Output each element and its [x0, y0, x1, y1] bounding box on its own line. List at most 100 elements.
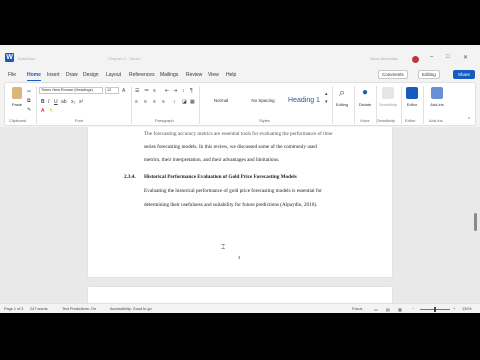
- document-page[interactable]: The forecasting accuracy metrics are ess…: [88, 127, 392, 277]
- format-painter-icon[interactable]: ✎: [27, 107, 31, 113]
- copy-icon[interactable]: ⧉: [27, 98, 31, 104]
- minimize-icon[interactable]: –: [430, 54, 433, 60]
- zoom-level[interactable]: 130%: [462, 307, 472, 311]
- bullets-icon[interactable]: ☰: [135, 88, 139, 94]
- sensitivity-button[interactable]: Sensitivity: [376, 87, 400, 107]
- paste-icon: [12, 87, 22, 99]
- sort-icon[interactable]: ↕: [182, 88, 185, 94]
- avatar[interactable]: [412, 56, 419, 63]
- tab-home[interactable]: Home: [27, 72, 41, 78]
- ribbon: Paste ✂ ⧉ ✎ Clipboard Times New Roman (H…: [4, 82, 476, 126]
- group-label-sensitivity: Sensitivity: [377, 118, 396, 123]
- tab-draw[interactable]: Draw: [66, 72, 78, 78]
- justify-icon[interactable]: ≡: [162, 99, 165, 105]
- editor-button[interactable]: Editor: [402, 87, 422, 107]
- style-normal[interactable]: Normal: [205, 89, 237, 113]
- collapse-ribbon-icon[interactable]: ⌃: [467, 117, 471, 123]
- addins-icon: [431, 87, 443, 99]
- next-page[interactable]: [88, 287, 392, 303]
- page-count[interactable]: Page 1 of 3: [4, 307, 23, 311]
- user-name[interactable]: Nova Ahmadian: [370, 56, 398, 61]
- style-heading-1[interactable]: Heading 1: [285, 89, 323, 113]
- paragraph-line: Evaluating the historical performance of…: [144, 188, 322, 194]
- subscript-icon[interactable]: x₂: [71, 99, 75, 105]
- share-button[interactable]: Share: [453, 70, 475, 79]
- paragraph-line: metrics, their interpretation, and their…: [144, 157, 280, 163]
- line-spacing-icon[interactable]: ↕: [173, 99, 176, 105]
- editor-icon: [406, 87, 418, 99]
- editing-button[interactable]: ⌕ Editing: [332, 87, 352, 107]
- tab-help[interactable]: Help: [226, 72, 236, 78]
- microphone-icon: ●: [361, 87, 369, 98]
- paragraph-line: series forecasting models. In this revie…: [144, 144, 317, 150]
- grow-font-icon[interactable]: A: [122, 88, 125, 94]
- align-right-icon[interactable]: ≡: [153, 99, 156, 105]
- group-label-paragraph: Paragraph: [155, 118, 174, 123]
- tab-mailings[interactable]: Mailings: [160, 72, 178, 78]
- maximize-icon[interactable]: □: [446, 54, 450, 60]
- bold-icon[interactable]: B: [41, 99, 45, 105]
- section-heading: Historical Performance Evaluation of Gol…: [144, 174, 297, 180]
- font-name-select[interactable]: Times New Roman (Headings): [39, 87, 103, 94]
- decrease-indent-icon[interactable]: ⇤: [165, 88, 169, 94]
- addins-button[interactable]: Add-ins: [425, 87, 449, 107]
- styles-scroll-up-icon[interactable]: ▴: [325, 91, 328, 97]
- tab-review[interactable]: Review: [186, 72, 202, 78]
- numbering-icon[interactable]: ≔: [144, 88, 149, 94]
- autosave-label[interactable]: AutoSave: [18, 56, 35, 61]
- comments-button[interactable]: Comments: [378, 70, 408, 79]
- close-icon[interactable]: ✕: [463, 54, 468, 61]
- tab-references[interactable]: References: [129, 72, 155, 78]
- group-label-styles: Styles: [259, 118, 270, 123]
- style-no-spacing[interactable]: No Spacing: [247, 89, 279, 113]
- web-layout-icon[interactable]: ▦: [398, 307, 402, 312]
- dictate-button[interactable]: ● Dictate: [355, 87, 375, 107]
- read-mode-icon[interactable]: ▭: [374, 307, 378, 312]
- underline-icon[interactable]: U: [54, 99, 58, 105]
- cut-icon[interactable]: ✂: [27, 89, 31, 95]
- group-label-voice: Voice: [360, 118, 370, 123]
- zoom-out-icon[interactable]: −: [412, 307, 414, 311]
- group-label-font: Font: [75, 118, 84, 123]
- multilevel-list-icon[interactable]: ≡: [153, 88, 156, 94]
- increase-indent-icon[interactable]: ⇥: [173, 88, 177, 94]
- vertical-scrollbar-thumb[interactable]: [474, 213, 477, 231]
- show-marks-icon[interactable]: ¶: [190, 88, 193, 94]
- sensitivity-icon: [382, 87, 394, 99]
- shading-icon[interactable]: ◪: [182, 99, 187, 105]
- highlight-icon[interactable]: ✎: [49, 108, 53, 114]
- editing-mode-button[interactable]: Editing: [418, 70, 440, 79]
- italic-icon[interactable]: I: [48, 99, 49, 105]
- font-size-select[interactable]: 12: [105, 87, 119, 94]
- tab-file[interactable]: File: [8, 72, 16, 78]
- word-count[interactable]: 247 words: [30, 307, 48, 311]
- word-window: W AutoSave Chapter 2 - Saved Nova Ahmadi…: [0, 45, 480, 313]
- focus-mode-button[interactable]: Focus: [352, 307, 362, 311]
- accessibility-status[interactable]: Accessibility: Good to go: [110, 307, 152, 311]
- print-layout-icon[interactable]: ▤: [386, 307, 390, 312]
- tab-view[interactable]: View: [208, 72, 219, 78]
- zoom-in-icon[interactable]: +: [453, 307, 455, 311]
- align-center-icon[interactable]: ≡: [144, 99, 147, 105]
- strikethrough-icon[interactable]: ab: [61, 99, 67, 105]
- zoom-slider-thumb[interactable]: [434, 307, 436, 312]
- tab-layout[interactable]: Layout: [106, 72, 121, 78]
- find-icon: ⌕: [338, 87, 346, 99]
- font-color-icon[interactable]: A: [41, 108, 44, 114]
- group-label-addins: Add-ins: [429, 118, 443, 123]
- text-predictions-status[interactable]: Text Predictions: On: [62, 307, 96, 311]
- group-label-clipboard: Clipboard: [9, 118, 27, 123]
- paste-button[interactable]: Paste: [7, 87, 27, 107]
- status-bar: Page 1 of 3 247 words Text Predictions: …: [0, 303, 480, 313]
- superscript-icon[interactable]: x²: [79, 99, 83, 105]
- document-canvas[interactable]: The forecasting accuracy metrics are ess…: [0, 127, 480, 303]
- styles-scroll-down-icon[interactable]: ▾: [325, 99, 328, 105]
- group-label-editor: Editor: [405, 118, 416, 123]
- mouse-cursor-icon: ⌶: [221, 244, 226, 251]
- tab-insert[interactable]: Insert: [47, 72, 60, 78]
- document-title: Chapter 2 - Saved: [108, 56, 141, 61]
- tab-design[interactable]: Design: [83, 72, 99, 78]
- align-left-icon[interactable]: ≡: [135, 99, 138, 105]
- word-logo-icon: W: [5, 53, 14, 62]
- borders-icon[interactable]: ▦: [190, 99, 195, 105]
